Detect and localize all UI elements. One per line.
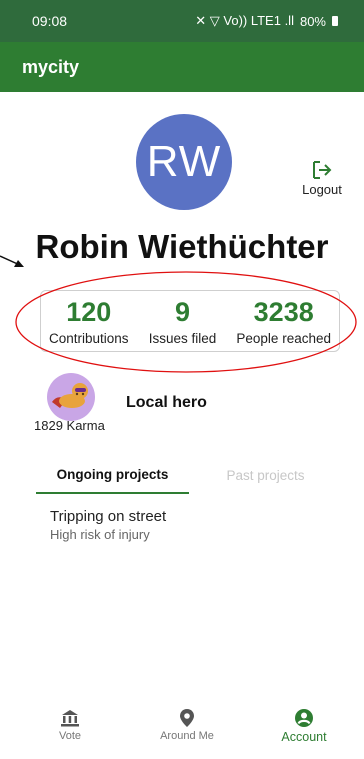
tab-label: Past projects [226,467,305,483]
logout-button[interactable]: Logout [298,160,346,197]
status-bar: 09:08 ✕ ▽ Vo)) LTE1 .ll 80% [0,0,364,42]
nav-label: Account [281,730,327,744]
stat-label: Contributions [49,331,129,346]
karma-count: 1829 Karma [34,418,105,433]
nav-account[interactable]: Account [264,708,344,759]
stats-card: 120 Contributions 9 Issues filed 3238 Pe… [40,290,340,352]
stat-value: 120 [66,297,112,327]
project-tabs: Ongoing projects Past projects [36,456,342,494]
badge-title: Local hero [126,394,207,411]
nav-label: Around Me [160,730,214,742]
map-pin-icon [180,709,194,727]
avatar: RW [136,114,232,210]
logout-icon [313,161,332,179]
stat-label: People reached [236,331,331,346]
tab-past-projects[interactable]: Past projects [189,456,342,494]
nav-label: Vote [58,730,82,742]
project-title: Tripping on street [50,508,167,525]
bottom-navigation: Vote Around Me Account [0,708,364,759]
stat-contributions: 120 Contributions [49,297,129,351]
stat-value: 3238 [253,297,314,327]
battery-icon [332,16,338,26]
battery-level: 80% [299,13,326,29]
project-subtitle: High risk of injury [50,527,150,542]
status-time: 09:08 [32,13,68,29]
tab-label: Ongoing projects [56,466,169,482]
bank-icon [61,710,79,727]
account-icon [295,709,313,727]
stat-issues-filed: 9 Issues filed [149,297,217,351]
logout-label: Logout [302,182,342,197]
app-bar: mycity [0,42,364,92]
signal-icons: ✕ ▽ Vo)) LTE1 .ll [195,13,294,28]
tab-ongoing-projects[interactable]: Ongoing projects [36,456,189,494]
status-indicators: ✕ ▽ Vo)) LTE1 .ll 80% [195,13,338,29]
stat-people-reached: 3238 People reached [236,297,331,351]
stat-value: 9 [174,297,190,327]
stat-label: Issues filed [148,331,217,346]
list-item[interactable]: Tripping on street High risk of injury [50,508,166,542]
local-hero-badge-icon [47,373,95,421]
avatar-initials: RW [146,137,222,186]
nav-vote[interactable]: Vote [30,708,110,759]
nav-around-me[interactable]: Around Me [147,708,227,759]
app-title: mycity [22,56,80,77]
profile-name: Robin Wiethüchter [35,228,329,265]
